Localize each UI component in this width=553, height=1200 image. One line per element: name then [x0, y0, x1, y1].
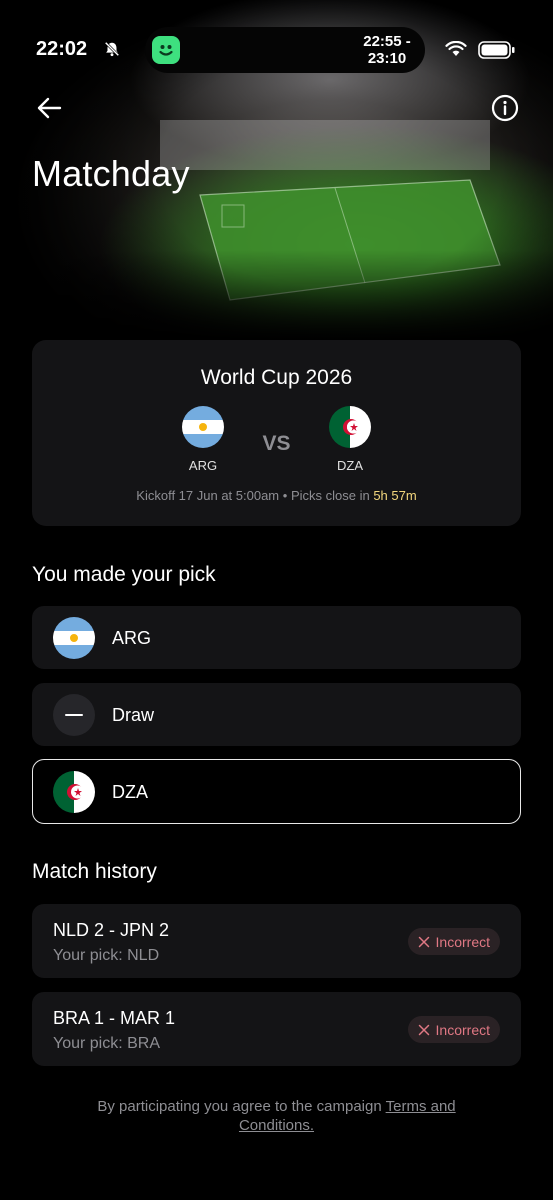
competition-title: World Cup 2026 — [200, 366, 353, 389]
battery-icon — [478, 41, 515, 59]
picks-section-title: You made your pick — [32, 563, 216, 586]
history-item: NLD 2 - JPN 2 Your pick: NLD Incorrect — [32, 904, 521, 978]
result-label: Incorrect — [435, 933, 490, 950]
kickoff-separator: • — [282, 488, 288, 503]
home-team-code: ARG — [188, 458, 218, 473]
terms-footer: By participating you agree to the campai… — [60, 1097, 493, 1135]
match-card: World Cup 2026 ARG VS DZA Kickoff 17 Jun… — [32, 340, 521, 526]
wifi-icon — [445, 41, 467, 56]
live-activity-time: 22:55 - 23:10 — [352, 33, 422, 67]
away-team: DZA — [320, 406, 380, 473]
kickoff-info: Kickoff 17 Jun at 5:00am • Picks close i… — [32, 488, 521, 503]
kickoff-time: Kickoff 17 Jun at 5:00am — [136, 488, 280, 503]
terms-text: By participating you agree to the campai… — [97, 1098, 382, 1115]
away-team-code: DZA — [337, 458, 363, 473]
status-time: 22:02 — [36, 38, 88, 60]
close-x-icon — [418, 1024, 429, 1035]
history-section-title: Match history — [32, 860, 157, 883]
argentina-flag-icon — [53, 617, 95, 659]
pick-option-label: Draw — [112, 705, 155, 725]
bell-off-icon — [104, 41, 120, 57]
picks-close-countdown: 5h 57m — [373, 488, 417, 503]
terms-link[interactable]: Terms and — [386, 1098, 456, 1115]
draw-dash-icon — [53, 694, 95, 736]
pick-option-label: DZA — [112, 782, 148, 802]
activity-time-start: 22:55 - — [363, 33, 411, 50]
conditions-link[interactable]: Conditions. — [239, 1117, 314, 1134]
page-title: Matchday — [32, 153, 190, 194]
algeria-flag-icon — [329, 406, 371, 448]
pick-option-dza[interactable]: DZA — [32, 759, 521, 824]
info-icon — [491, 94, 519, 122]
history-score: NLD 2 - JPN 2 — [53, 920, 170, 940]
pick-option-draw[interactable]: Draw — [32, 683, 521, 746]
algeria-flag-icon — [53, 771, 95, 813]
result-label: Incorrect — [435, 1021, 490, 1038]
history-item: BRA 1 - MAR 1 Your pick: BRA Incorrect — [32, 992, 521, 1066]
result-badge-incorrect: Incorrect — [407, 1016, 500, 1043]
activity-time-end: 23:10 — [367, 50, 407, 67]
pick-option-label: ARG — [112, 628, 152, 648]
info-button[interactable] — [490, 93, 520, 123]
history-user-pick: Your pick: NLD — [53, 947, 160, 964]
history-score: BRA 1 - MAR 1 — [53, 1008, 176, 1028]
pick-option-arg[interactable]: ARG — [32, 606, 521, 669]
vs-label: VS — [262, 432, 291, 455]
live-activity-icon — [152, 36, 180, 64]
result-badge-incorrect: Incorrect — [407, 928, 500, 955]
picks-close-label: Picks close in — [290, 488, 370, 503]
close-x-icon — [418, 936, 429, 947]
back-button[interactable] — [34, 93, 64, 123]
arrow-left-icon — [37, 97, 62, 119]
history-user-pick: Your pick: BRA — [53, 1035, 161, 1052]
